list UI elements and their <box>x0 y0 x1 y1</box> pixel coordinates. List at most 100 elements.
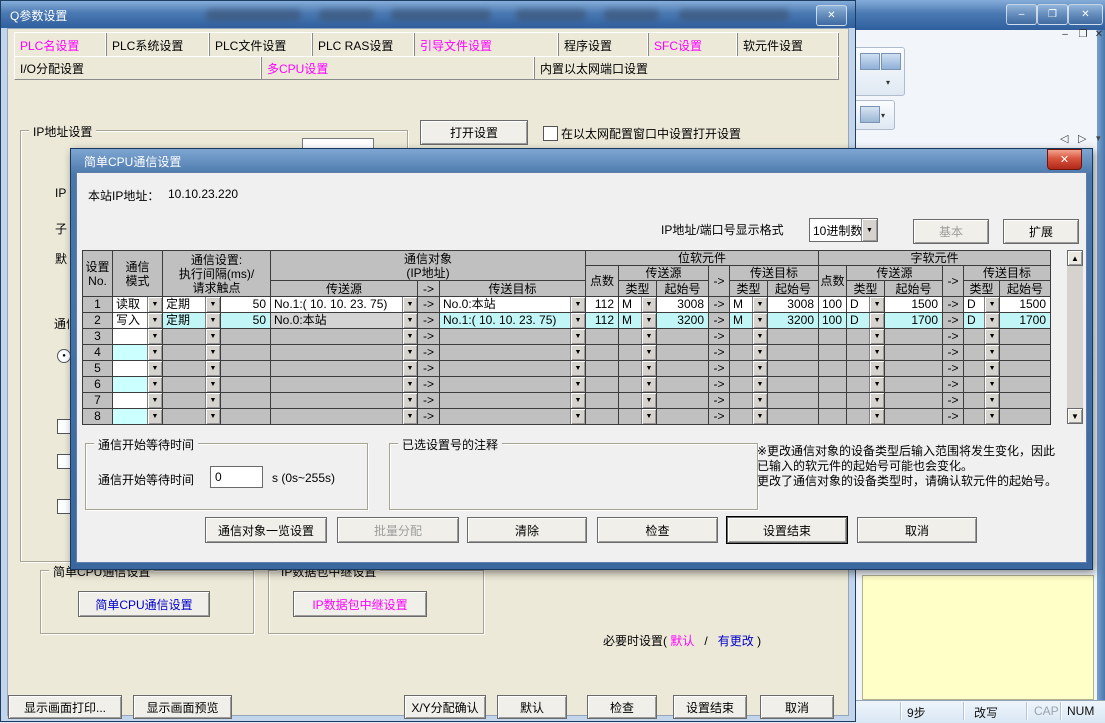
extend-button[interactable]: 扩展 <box>1003 219 1079 244</box>
chevron-down-icon[interactable]: ▼ <box>984 377 999 392</box>
cell-dst[interactable]: ▼ <box>440 409 586 425</box>
dialog-check-button[interactable]: 检查 <box>597 517 718 543</box>
chevron-down-icon[interactable]: ▼ <box>984 409 999 424</box>
cell-word-dst-type[interactable]: ▼ <box>964 377 1000 393</box>
chevron-down-icon[interactable]: ▼ <box>984 393 999 408</box>
cell-bit-src-start[interactable] <box>657 361 709 377</box>
cell-bit-dst-start[interactable] <box>768 361 819 377</box>
chevron-down-icon[interactable]: ▼ <box>570 313 585 328</box>
cell-word-dst-type[interactable]: ▼ <box>964 345 1000 361</box>
cell-word-dst-start[interactable]: 1500 <box>1000 297 1051 313</box>
cell-mode[interactable]: ▼ <box>113 409 163 425</box>
cell-mode[interactable]: ▼ <box>113 377 163 393</box>
chevron-down-icon[interactable]: ▼ <box>570 393 585 408</box>
chevron-down-icon[interactable]: ▼ <box>641 345 656 360</box>
cell-word-src-start[interactable] <box>885 329 943 345</box>
cell-bit-dst-type[interactable]: ▼ <box>730 345 768 361</box>
chevron-down-icon[interactable]: ▼ <box>752 361 767 376</box>
chevron-down-icon[interactable]: ▼ <box>147 345 162 360</box>
cell-bit-src-type[interactable]: ▼ <box>619 345 657 361</box>
cell-word-src-start[interactable]: 1500 <box>885 297 943 313</box>
cell-bit-src-start[interactable] <box>657 345 709 361</box>
cell-word-points[interactable] <box>819 377 847 393</box>
chevron-down-icon[interactable]: ▼ <box>147 313 162 328</box>
cell-mode[interactable]: ▼ <box>113 393 163 409</box>
cell-bit-dst-start[interactable] <box>768 329 819 345</box>
cell-src[interactable]: ▼ <box>271 361 418 377</box>
cell-bit-src-type[interactable]: ▼ <box>619 361 657 377</box>
cell-bit-dst-start[interactable]: 3008 <box>768 297 819 313</box>
chevron-down-icon[interactable]: ▼ <box>402 361 417 376</box>
batch-assign-button[interactable]: 批量分配 <box>337 517 459 543</box>
cell-word-src-type[interactable]: ▼ <box>847 329 885 345</box>
chevron-down-icon[interactable]: ▼ <box>641 313 656 328</box>
cell-bit-points[interactable] <box>586 409 619 425</box>
chevron-down-icon[interactable]: ▼ <box>984 297 999 312</box>
cell-bit-points[interactable] <box>586 361 619 377</box>
chevron-down-icon[interactable]: ▼ <box>205 361 220 376</box>
cell-word-src-start[interactable] <box>885 345 943 361</box>
cell-interval[interactable] <box>221 409 271 425</box>
chevron-down-icon[interactable]: ▼ <box>641 329 656 344</box>
cell-bit-src-type[interactable]: ▼ <box>619 377 657 393</box>
chevron-down-icon[interactable]: ▼ <box>752 393 767 408</box>
chevron-down-icon[interactable]: ▼ <box>147 409 162 424</box>
cell-bit-dst-type[interactable]: ▼M <box>730 313 768 329</box>
chevron-down-icon[interactable]: ▼ <box>570 297 585 312</box>
chevron-down-icon[interactable]: ▼ <box>147 393 162 408</box>
cell-bit-points[interactable]: 112 <box>586 297 619 313</box>
chevron-down-icon[interactable]: ▼ <box>402 297 417 312</box>
cell-word-src-type[interactable]: ▼ <box>847 393 885 409</box>
chevron-down-icon[interactable]: ▼ <box>869 409 884 424</box>
cell-word-dst-start[interactable] <box>1000 361 1051 377</box>
cell-comm[interactable]: ▼定期 <box>163 313 221 329</box>
chevron-down-icon[interactable]: ▼ <box>641 409 656 424</box>
cell-dst[interactable]: ▼ <box>440 393 586 409</box>
cell-src[interactable]: ▼No.1:( 10. 10. 23. 75) <box>271 297 418 313</box>
chevron-down-icon[interactable]: ▼ <box>869 313 884 328</box>
chevron-down-icon[interactable]: ▼ <box>641 361 656 376</box>
cell-comm[interactable]: ▼ <box>163 329 221 345</box>
chevron-down-icon[interactable]: ▼ <box>984 345 999 360</box>
cell-word-dst-type[interactable]: ▼ <box>964 393 1000 409</box>
cell-word-src-type[interactable]: ▼ <box>847 377 885 393</box>
cell-interval[interactable] <box>221 329 271 345</box>
cell-bit-src-type[interactable]: ▼ <box>619 329 657 345</box>
cell-word-points[interactable] <box>819 393 847 409</box>
cell-word-src-type[interactable]: ▼ <box>847 361 885 377</box>
cell-word-dst-type[interactable]: ▼ <box>964 409 1000 425</box>
dialog-close-button[interactable]: ✕ <box>1047 149 1082 170</box>
cell-src[interactable]: ▼ <box>271 345 418 361</box>
chevron-down-icon[interactable]: ▼ <box>984 361 999 376</box>
cell-dst[interactable]: ▼ <box>440 361 586 377</box>
cell-interval[interactable] <box>221 393 271 409</box>
cell-src[interactable]: ▼ <box>271 393 418 409</box>
chevron-down-icon[interactable]: ▼ <box>147 297 162 312</box>
cell-comm[interactable]: ▼ <box>163 393 221 409</box>
cell-bit-points[interactable]: 112 <box>586 313 619 329</box>
chevron-down-icon[interactable]: ▼ <box>402 377 417 392</box>
cell-word-src-type[interactable]: ▼D <box>847 313 885 329</box>
chevron-down-icon[interactable]: ▼ <box>861 219 877 241</box>
cell-mode[interactable]: ▼ <box>113 361 163 377</box>
chevron-down-icon[interactable]: ▼ <box>869 297 884 312</box>
cell-mode[interactable]: ▼读取 <box>113 297 163 313</box>
dialog-cancel-button[interactable]: 取消 <box>857 517 977 543</box>
chevron-down-icon[interactable]: ▼ <box>869 329 884 344</box>
wait-time-input[interactable]: 0 <box>210 466 263 488</box>
chevron-down-icon[interactable]: ▼ <box>984 329 999 344</box>
cell-mode[interactable]: ▼ <box>113 345 163 361</box>
comm-target-list-button[interactable]: 通信对象一览设置 <box>205 517 327 543</box>
cell-word-points[interactable]: 100 <box>819 297 847 313</box>
chevron-down-icon[interactable]: ▼ <box>984 313 999 328</box>
cell-bit-src-type[interactable]: ▼M <box>619 313 657 329</box>
cell-word-dst-type[interactable]: ▼D <box>964 297 1000 313</box>
cell-comm[interactable]: ▼ <box>163 345 221 361</box>
cell-word-dst-start[interactable] <box>1000 409 1051 425</box>
chevron-down-icon[interactable]: ▼ <box>752 409 767 424</box>
chevron-down-icon[interactable]: ▼ <box>570 377 585 392</box>
cell-dst[interactable]: ▼ <box>440 377 586 393</box>
cell-src[interactable]: ▼ <box>271 377 418 393</box>
chevron-down-icon[interactable]: ▼ <box>402 329 417 344</box>
cell-bit-points[interactable] <box>586 377 619 393</box>
